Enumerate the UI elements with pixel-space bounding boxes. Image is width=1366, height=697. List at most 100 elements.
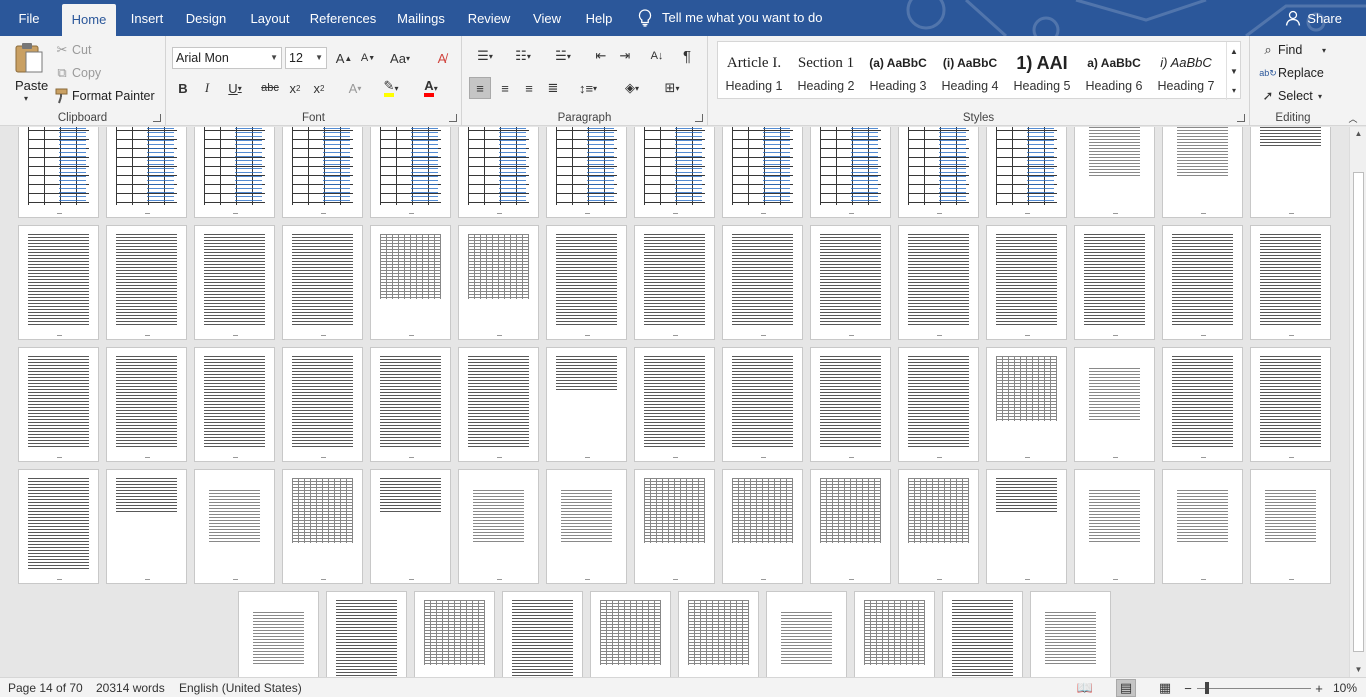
chevron-up-icon[interactable]: ▲ — [1227, 44, 1241, 58]
page-thumbnail[interactable] — [326, 591, 407, 677]
copy-button[interactable]: ⧉ Copy — [54, 64, 114, 82]
page-thumbnail[interactable] — [854, 591, 935, 677]
page-thumbnail[interactable] — [458, 127, 539, 218]
page-thumbnail[interactable] — [18, 127, 99, 218]
scroll-down-icon[interactable]: ▼ — [1350, 663, 1366, 677]
page-thumbnail[interactable] — [370, 127, 451, 218]
page-thumbnail[interactable] — [370, 469, 451, 584]
page-thumbnail[interactable] — [106, 225, 187, 340]
page-thumbnail[interactable] — [194, 469, 275, 584]
tab-design[interactable]: Design — [180, 0, 232, 36]
style-heading-6[interactable]: a) AaBbC Heading 6 — [1078, 42, 1150, 100]
tab-help[interactable]: Help — [578, 0, 620, 36]
paste-button[interactable]: Paste ▾ — [8, 40, 50, 106]
page-thumbnail[interactable] — [18, 347, 99, 462]
page-thumbnail[interactable] — [810, 225, 891, 340]
page-thumbnail[interactable] — [282, 469, 363, 584]
page-thumbnail[interactable] — [1162, 225, 1243, 340]
page-thumbnail[interactable] — [722, 469, 803, 584]
style-heading-3[interactable]: (a) AaBbC Heading 3 — [862, 42, 934, 100]
page-thumbnail[interactable] — [1250, 469, 1331, 584]
page-thumbnail[interactable] — [194, 127, 275, 218]
page-thumbnail[interactable] — [1162, 127, 1243, 218]
page-thumbnail[interactable] — [370, 225, 451, 340]
grow-font-icon[interactable]: A ▲ — [334, 48, 354, 68]
page-thumbnail[interactable] — [1074, 127, 1155, 218]
read-mode-icon[interactable]: 📖 — [1076, 679, 1094, 697]
word-count[interactable]: 20314 words — [96, 678, 165, 697]
font-size-combo[interactable]: 12 ▼ — [285, 47, 327, 69]
style-heading-1[interactable]: Article I. Heading 1 — [718, 42, 790, 100]
styles-dialog-launcher[interactable] — [1237, 114, 1245, 122]
page-thumbnail[interactable] — [1250, 225, 1331, 340]
page-thumbnail[interactable] — [898, 469, 979, 584]
page-thumbnail[interactable] — [942, 591, 1023, 677]
page-thumbnail[interactable] — [1250, 347, 1331, 462]
style-heading-5[interactable]: 1) AAI Heading 5 — [1006, 42, 1078, 100]
page-thumbnail[interactable] — [898, 347, 979, 462]
justify-icon[interactable]: ≣ — [542, 77, 564, 99]
highlight-color-icon[interactable]: ✎ ▾ — [376, 78, 406, 98]
page-thumbnail[interactable] — [458, 469, 539, 584]
vertical-scrollbar[interactable]: ▲ ▼ — [1349, 127, 1366, 677]
page-thumbnail[interactable] — [678, 591, 759, 677]
page-thumbnail[interactable] — [106, 127, 187, 218]
page-thumbnail[interactable] — [194, 347, 275, 462]
page-thumbnail[interactable] — [986, 225, 1067, 340]
font-name-combo[interactable]: Arial Mon ▼ — [172, 47, 282, 69]
paragraph-dialog-launcher[interactable] — [695, 114, 703, 122]
strikethrough-icon[interactable]: abc — [260, 78, 280, 98]
shading-icon[interactable]: ◈ ▾ — [616, 77, 648, 99]
page-thumbnail[interactable] — [898, 225, 979, 340]
page-thumbnail[interactable] — [634, 127, 715, 218]
page-thumbnail[interactable] — [546, 347, 627, 462]
page-thumbnail[interactable] — [766, 591, 847, 677]
align-left-icon[interactable]: ≡ — [469, 77, 491, 99]
select-button[interactable]: ➚ Select ▾ — [1260, 86, 1332, 106]
page-thumbnail[interactable] — [370, 347, 451, 462]
language-indicator[interactable]: English (United States) — [179, 678, 302, 697]
print-layout-icon[interactable]: ▤ — [1116, 679, 1136, 697]
page-thumbnail[interactable] — [458, 347, 539, 462]
clear-formatting-icon[interactable]: A̸ — [432, 48, 452, 68]
italic-icon[interactable]: I — [198, 78, 216, 98]
scrollbar-thumb[interactable] — [1353, 172, 1364, 652]
page-thumbnail[interactable] — [106, 347, 187, 462]
page-thumbnail[interactable] — [546, 127, 627, 218]
sort-icon[interactable]: A↓ — [646, 46, 668, 66]
page-thumbnail[interactable] — [810, 469, 891, 584]
page-thumbnail[interactable] — [1074, 347, 1155, 462]
tab-file[interactable]: File — [8, 0, 50, 36]
superscript-icon[interactable]: x2 — [310, 78, 328, 98]
document-canvas[interactable] — [0, 127, 1349, 677]
align-center-icon[interactable]: ≡ — [494, 77, 516, 99]
increase-indent-icon[interactable]: ⇥ — [614, 46, 636, 66]
zoom-level[interactable]: 10% — [1333, 678, 1357, 697]
tab-insert[interactable]: Insert — [124, 0, 170, 36]
style-heading-4[interactable]: (i) AaBbC Heading 4 — [934, 42, 1006, 100]
page-thumbnail[interactable] — [810, 347, 891, 462]
page-thumbnail[interactable] — [546, 225, 627, 340]
clipboard-dialog-launcher[interactable] — [153, 114, 161, 122]
page-thumbnail[interactable] — [722, 127, 803, 218]
styles-gallery-scroll[interactable]: ▲ ▼ ▾ — [1226, 42, 1240, 100]
page-thumbnail[interactable] — [634, 347, 715, 462]
text-effects-icon[interactable]: A ▾ — [340, 78, 370, 98]
page-thumbnail[interactable] — [282, 127, 363, 218]
change-case-icon[interactable]: Aa ▾ — [386, 48, 414, 68]
page-thumbnail[interactable] — [1162, 469, 1243, 584]
style-heading-2[interactable]: Section 1 Heading 2 — [790, 42, 862, 100]
page-thumbnail[interactable] — [898, 127, 979, 218]
scroll-up-icon[interactable]: ▲ — [1350, 127, 1366, 141]
page-thumbnail[interactable] — [282, 225, 363, 340]
page-thumbnail[interactable] — [18, 469, 99, 584]
page-thumbnail[interactable] — [634, 469, 715, 584]
tab-references[interactable]: References — [306, 0, 380, 36]
decrease-indent-icon[interactable]: ⇤ — [590, 46, 612, 66]
multilevel-list-icon[interactable]: ☱ ▾ — [548, 46, 578, 66]
bold-icon[interactable]: B — [174, 78, 192, 98]
page-thumbnail[interactable] — [238, 591, 319, 677]
borders-icon[interactable]: ⊞ ▾ — [656, 77, 688, 99]
style-heading-7[interactable]: i) AaBbC Heading 7 — [1150, 42, 1222, 100]
cut-button[interactable]: ✂ Cut — [54, 41, 114, 59]
